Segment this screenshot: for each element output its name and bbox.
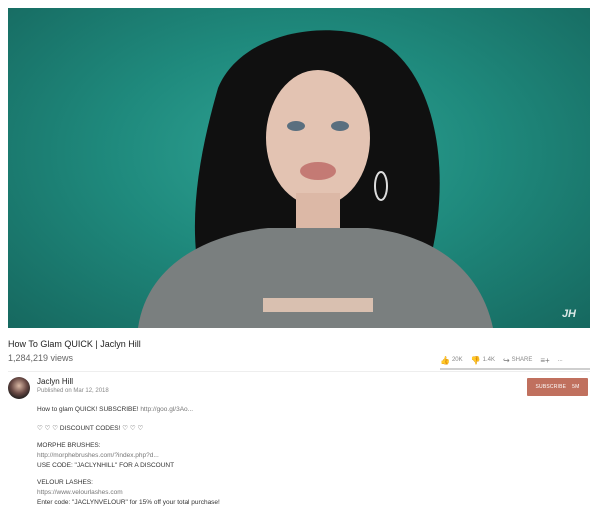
like-button[interactable]: 👍 20K (440, 356, 463, 365)
view-count: 1,284,219 views (8, 353, 74, 363)
description-link[interactable]: http://goo.gl/3Ao... (140, 406, 193, 413)
video-frame-illustration (138, 30, 493, 328)
divider (8, 371, 590, 372)
morphe-link[interactable]: http://morphebrushes.com/?index.php?d... (37, 452, 159, 459)
share-label: SHARE (511, 357, 533, 363)
channel-avatar[interactable] (8, 377, 30, 399)
subscriber-count: 5M (572, 384, 580, 390)
thumbs-up-icon: 👍 (440, 355, 450, 365)
thumbs-down-icon: 👎 (470, 355, 481, 365)
morphe-title: MORPHE BRUSHES: (37, 442, 101, 449)
dislike-button[interactable]: 👎 1.4K (471, 356, 495, 365)
discount-header: ♡ ♡ ♡ DISCOUNT CODES! ♡ ♡ ♡ (37, 425, 144, 432)
add-to-playlist-button[interactable]: ≡+ (540, 356, 549, 365)
video-title: How To Glam QUICK | Jaclyn Hill (8, 339, 141, 349)
channel-watermark[interactable]: JH (562, 308, 576, 320)
more-actions-button[interactable]: ... (558, 357, 563, 363)
publish-date: Published on Mar 12, 2018 (37, 388, 109, 394)
more-label: ... (557, 357, 563, 363)
share-button[interactable]: ↪ SHARE (503, 356, 532, 365)
morphe-code: USE CODE: "JACLYNHILL" FOR A DISCOUNT (37, 462, 175, 469)
like-count: 20K (451, 357, 463, 363)
description-text: How to glam QUICK! SUBSCRIBE! (37, 406, 139, 413)
share-icon: ↪ (502, 355, 510, 365)
subscribe-button[interactable]: SUBSCRIBE 5M (527, 378, 588, 396)
velour-title: VELOUR LASHES: (37, 479, 93, 486)
playlist-add-icon: ≡+ (540, 355, 550, 365)
subscribe-label: SUBSCRIBE (535, 384, 567, 390)
action-bar: 👍 20K 👎 1.4K ↪ SHARE ≡+ ... (440, 352, 590, 370)
channel-name[interactable]: Jaclyn Hill (37, 377, 73, 386)
velour-link[interactable]: https://www.velourlashes.com (37, 489, 123, 496)
description-line: How to glam QUICK! SUBSCRIBE! http://goo… (37, 406, 193, 413)
velour-code: Enter code: "JACLYNVELOUR" for 15% off y… (37, 499, 220, 506)
video-player[interactable]: JH (8, 8, 590, 328)
dislike-count: 1.4K (482, 357, 495, 363)
